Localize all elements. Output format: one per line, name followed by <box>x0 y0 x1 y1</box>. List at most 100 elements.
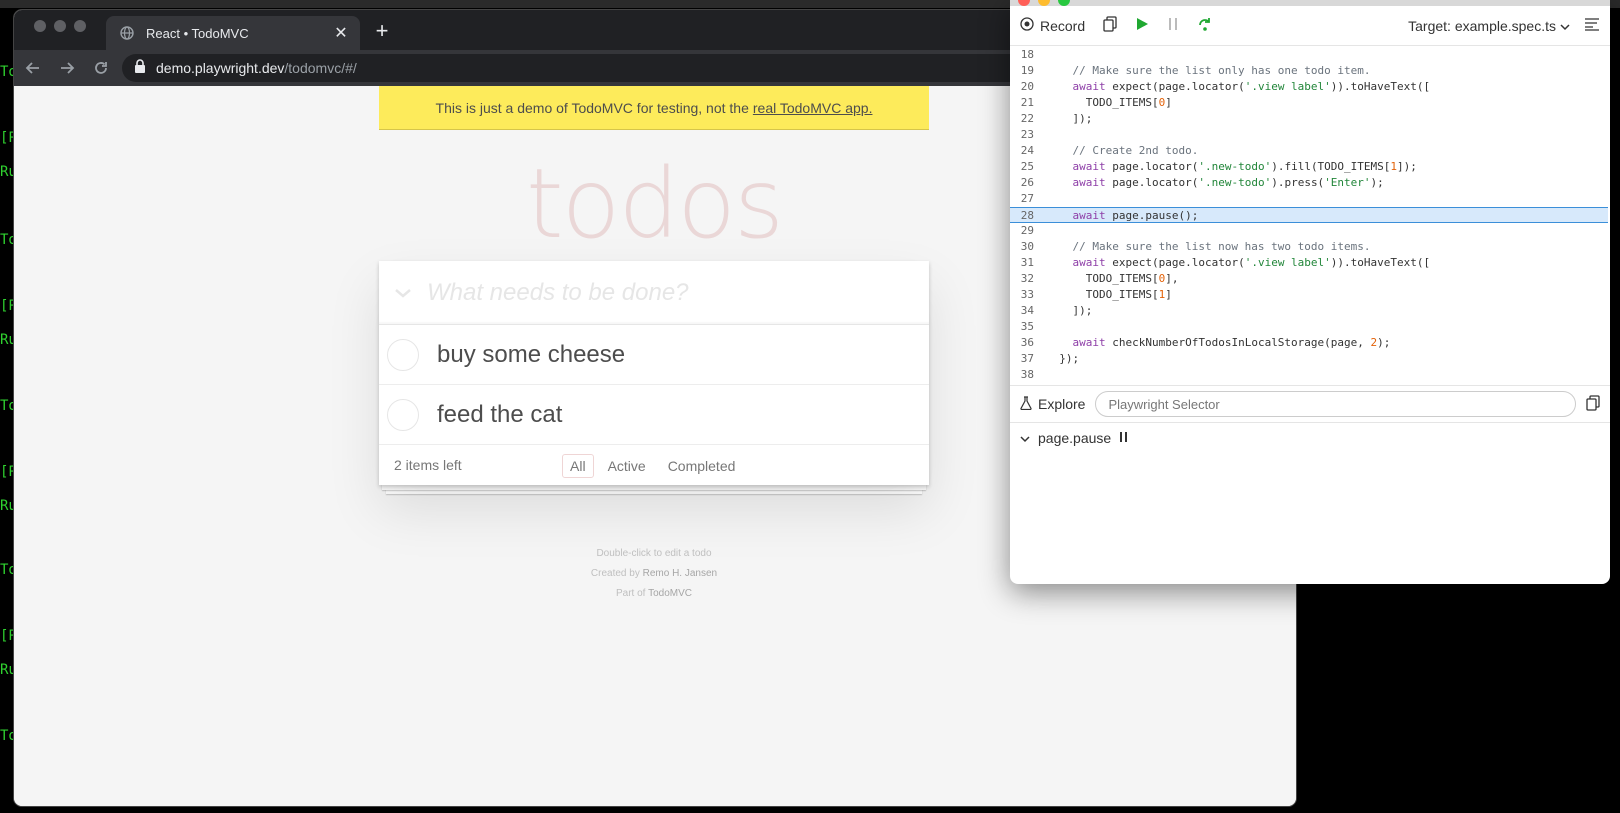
forward-icon[interactable] <box>52 54 82 82</box>
code-line: 25 await page.locator('.new-todo').fill(… <box>1010 159 1608 175</box>
code-line: 24 // Create 2nd todo. <box>1010 143 1608 159</box>
maximize-window-button[interactable] <box>74 20 86 32</box>
code-line: 30 // Make sure the list now has two tod… <box>1010 239 1608 255</box>
filter-completed[interactable]: Completed <box>660 454 744 478</box>
new-todo-row <box>379 261 929 325</box>
page-title: todos <box>525 148 784 260</box>
real-todomvc-link[interactable]: real TodoMVC app. <box>753 100 873 116</box>
url-path: /todomvc/#/ <box>284 60 357 76</box>
chevron-down-icon[interactable] <box>379 287 427 299</box>
line-number: 25 <box>1020 160 1034 173</box>
pause-icon <box>1167 17 1179 34</box>
code-text: // Make sure the list only has one todo … <box>1046 64 1371 77</box>
todo-footer: 2 items left All Active Completed <box>379 445 929 485</box>
chevron-down-icon <box>1020 430 1030 446</box>
tab-title: React • TodoMVC <box>146 25 249 41</box>
todo-item[interactable]: feed the cat <box>379 385 929 445</box>
code-line: 26 await page.locator('.new-todo').press… <box>1010 175 1608 191</box>
line-number: 30 <box>1020 240 1034 253</box>
filters: All Active Completed <box>559 454 746 478</box>
line-number: 37 <box>1020 352 1034 365</box>
globe-icon <box>120 26 134 40</box>
inspector-titlebar <box>1010 0 1610 6</box>
code-line: 21 TODO_ITEMS[0] <box>1010 95 1608 111</box>
line-number: 32 <box>1020 272 1034 285</box>
line-number: 28 <box>1020 209 1034 222</box>
code-text: await expect(page.locator('.view label')… <box>1072 80 1431 93</box>
close-window-button[interactable] <box>34 20 46 32</box>
todomvc-link[interactable]: TodoMVC <box>648 588 692 599</box>
record-button[interactable]: Record <box>1020 17 1085 34</box>
selector-input[interactable]: Playwright Selector <box>1095 391 1576 417</box>
line-number: 36 <box>1020 336 1034 349</box>
close-window-button[interactable] <box>1018 0 1030 6</box>
todo-item[interactable]: buy some cheese <box>379 325 929 385</box>
code-text: await expect(page.locator('.view label')… <box>1072 256 1431 269</box>
code-line: 18 <box>1010 47 1608 63</box>
explore-label: Explore <box>1038 396 1086 412</box>
code-line: 28 await page.pause(); <box>1010 207 1608 223</box>
line-number: 27 <box>1020 192 1034 205</box>
close-icon[interactable]: ✕ <box>332 23 350 43</box>
code-line: 27 <box>1010 191 1608 207</box>
reload-icon[interactable] <box>86 54 116 82</box>
resume-button[interactable] <box>1135 17 1149 34</box>
url-host: demo.playwright.dev <box>156 60 285 76</box>
line-number: 38 <box>1020 368 1034 381</box>
items-left-count: 2 items left <box>394 457 462 473</box>
explore-button[interactable]: Explore <box>1020 395 1086 413</box>
todo-toggle-checkbox[interactable] <box>387 398 419 431</box>
target-value: example.spec.ts <box>1454 17 1556 34</box>
demo-banner: This is just a demo of TodoMVC for testi… <box>379 86 929 130</box>
new-todo-input[interactable] <box>427 278 929 307</box>
minimize-window-button[interactable] <box>1038 0 1050 6</box>
target-label: Target: <box>1408 17 1451 34</box>
todo-toggle-checkbox[interactable] <box>387 338 419 371</box>
target-selector[interactable]: Target: example.spec.ts <box>1408 17 1600 34</box>
code-text: await page.locator('.new-todo').fill(TOD… <box>1072 160 1417 173</box>
code-line: 37 }); <box>1010 351 1608 367</box>
code-text: ]); <box>1046 304 1093 317</box>
code-line: 33 TODO_ITEMS[1] <box>1010 287 1608 303</box>
chevron-down-icon <box>1560 18 1570 34</box>
step-over-button[interactable] <box>1197 16 1213 35</box>
code-text: // Create 2nd todo. <box>1046 144 1199 157</box>
copy-icon[interactable] <box>1586 394 1600 414</box>
browser-tab[interactable]: React • TodoMVC ✕ <box>106 16 360 50</box>
call-log-entry[interactable]: page.pause <box>1010 426 1610 450</box>
code-text: ]); <box>1046 112 1093 125</box>
source-code-view: 18 19 // Make sure the list only has one … <box>1010 47 1608 385</box>
code-text: TODO_ITEMS[0], <box>1046 272 1179 285</box>
author-link[interactable]: Remo H. Jansen <box>643 568 717 579</box>
code-text: await checkNumberOfTodosInLocalStorage(p… <box>1072 336 1391 349</box>
lock-icon <box>134 58 146 78</box>
playwright-inspector: Record Target: example.spec.ts 18 19 // … <box>1010 0 1610 584</box>
maximize-window-button[interactable] <box>1058 0 1070 6</box>
code-line: 36 await checkNumberOfTodosInLocalStorag… <box>1010 335 1608 351</box>
todo-label: buy some cheese <box>437 340 626 368</box>
copy-icon <box>1103 16 1117 35</box>
code-text: TODO_ITEMS[1] <box>1046 288 1172 301</box>
line-number: 23 <box>1020 128 1034 141</box>
back-icon[interactable] <box>18 54 48 82</box>
plus-icon[interactable]: + <box>370 20 394 44</box>
inspector-toolbar: Record Target: example.spec.ts <box>1010 6 1610 46</box>
filter-active[interactable]: Active <box>600 454 654 478</box>
minimize-window-button[interactable] <box>54 20 66 32</box>
line-number: 35 <box>1020 320 1034 333</box>
line-number: 29 <box>1020 224 1034 237</box>
pause-icon <box>1119 430 1129 446</box>
wrap-lines-icon[interactable] <box>1584 17 1600 34</box>
code-line: 19 // Make sure the list only has one to… <box>1010 63 1608 79</box>
flask-icon <box>1020 395 1032 413</box>
code-text: await page.pause(); <box>1072 209 1199 222</box>
code-text: }); <box>1046 352 1080 365</box>
todo-app: buy some cheese feed the cat 2 items lef… <box>379 261 929 485</box>
pause-button[interactable] <box>1167 17 1179 34</box>
code-text: await page.locator('.new-todo').press('E… <box>1072 176 1384 189</box>
copy-button[interactable] <box>1103 16 1117 35</box>
filter-all[interactable]: All <box>562 454 594 478</box>
play-icon <box>1135 17 1149 34</box>
line-number: 22 <box>1020 112 1034 125</box>
code-line: 38 <box>1010 367 1608 383</box>
